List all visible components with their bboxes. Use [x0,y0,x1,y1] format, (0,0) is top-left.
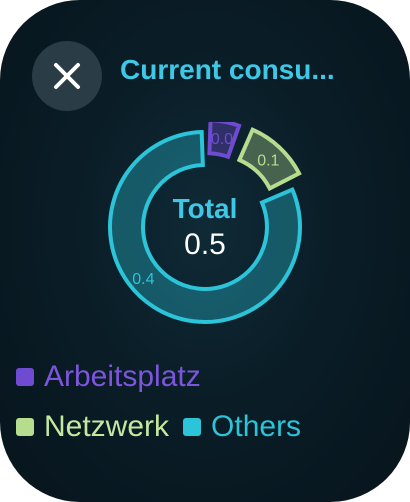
legend-label-others: Others [211,410,302,443]
legend-row-2: Netzwerk Others [16,410,301,444]
page-title: Current consu... [120,54,335,85]
legend-label-arbeitsplatz: Arbeitsplatz [44,360,201,393]
legend-swatch-arbeitsplatz [16,368,34,386]
total-label: Total [172,193,238,224]
watch-screen: Current consu... 0.0 0.1 0.4 Total 0.5 Arb… [0,0,410,502]
legend-item-arbeitsplatz: Arbeitsplatz [16,360,201,394]
donut-chart: 0.0 0.1 0.4 [108,122,302,324]
legend-swatch-others [183,418,202,436]
total-value: 0.5 [184,228,226,261]
slice-label-arbeitsplatz: 0.0 [211,131,233,148]
slice-label-others: 0.4 [132,271,154,288]
legend-swatch-netzwerk [16,418,34,436]
close-icon [54,63,80,89]
slice-label-netzwerk: 0.1 [257,153,279,170]
legend-label-netzwerk: Netzwerk [44,410,170,443]
close-button[interactable] [32,41,102,111]
